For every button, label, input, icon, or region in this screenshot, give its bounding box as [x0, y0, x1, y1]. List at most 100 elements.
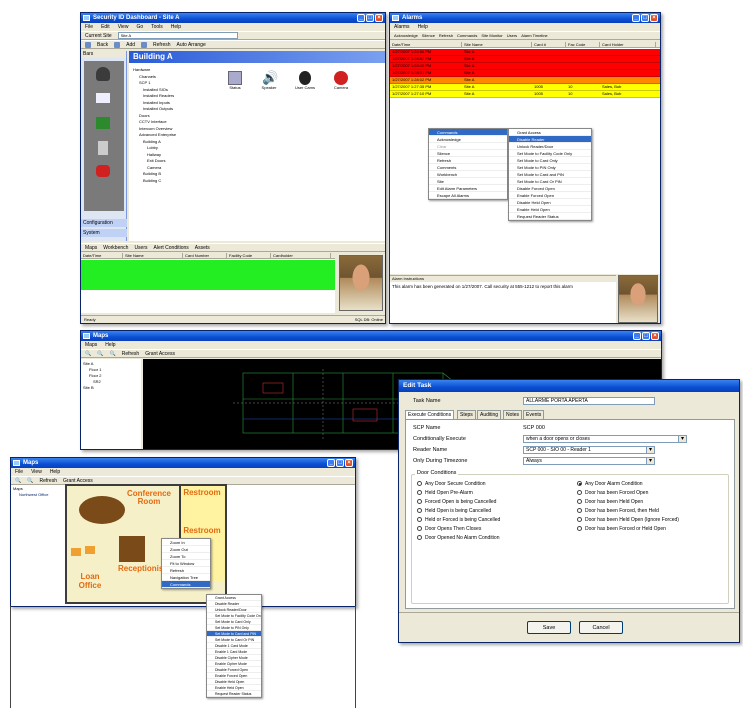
menu-view[interactable]: View	[118, 23, 129, 31]
office-map-titlebar[interactable]: Maps _ □ ×	[11, 458, 355, 468]
cmd-request-status[interactable]: Request Reader Status	[509, 213, 591, 220]
door-condition-radio[interactable]: Forced Open is being Cancelled	[417, 499, 496, 506]
alarm-icon[interactable]	[96, 165, 110, 177]
zoom-in-icon[interactable]: 🔍	[85, 350, 91, 357]
timezone-select[interactable]: Always	[523, 457, 655, 465]
cmd-disable-held[interactable]: Disable Held Open	[509, 199, 591, 206]
radio-icon[interactable]	[417, 499, 422, 505]
minimize-icon[interactable]: _	[327, 459, 335, 467]
radio-icon[interactable]	[577, 499, 582, 505]
ctx-site[interactable]: Site	[429, 178, 507, 185]
menu-help[interactable]: Help	[105, 341, 115, 349]
maps-titlebar[interactable]: Maps _ □ ×	[81, 331, 661, 341]
radio-icon[interactable]	[417, 481, 422, 487]
camera-item[interactable]: Camera	[327, 71, 355, 90]
tab-notes[interactable]: Notes	[503, 410, 523, 419]
alarms-titlebar[interactable]: Alarms _ □ ×	[390, 13, 660, 23]
close-icon[interactable]: ×	[651, 332, 659, 340]
zoom-out-icon[interactable]: 🔍	[27, 477, 33, 484]
ctx-commands[interactable]: Commands	[429, 129, 507, 136]
ctx-clear[interactable]: Clear	[429, 143, 507, 150]
ctx-zoom-in[interactable]: Zoom In	[162, 539, 210, 546]
alarm-row[interactable]: 1/27/2007 1:28:40 PM Site A	[390, 63, 660, 70]
cancel-button[interactable]: Cancel	[579, 621, 623, 634]
cmd-enable-forced[interactable]: Enable Forced Open	[509, 192, 591, 199]
door-condition-radio[interactable]: Door has been Held Open (Ignore Forced)	[577, 517, 679, 524]
save-button[interactable]: Save	[527, 621, 571, 634]
cmd-grant-access[interactable]: Grant Access	[509, 129, 591, 136]
ctx-workbench[interactable]: Workbench	[429, 171, 507, 178]
sidebar-item-system[interactable]: System	[81, 229, 127, 237]
maps-button[interactable]: Maps	[85, 244, 97, 251]
site-monitor-button[interactable]: Site Monitor	[481, 32, 502, 39]
zoom-fit-icon[interactable]: 🔍	[109, 350, 115, 357]
refresh-button[interactable]: Refresh	[39, 477, 57, 484]
add-icon[interactable]	[114, 41, 121, 48]
ctx-escape-all[interactable]: Escape All Alarms	[429, 192, 507, 199]
door-condition-radio[interactable]: Any Door Alarm Condition	[577, 481, 643, 488]
tree-icon[interactable]	[96, 117, 110, 129]
refresh-button[interactable]: Refresh	[122, 350, 140, 357]
alarm-timeline-button[interactable]: Alarm Timeline	[521, 32, 547, 39]
menu-tools[interactable]: Tools	[151, 23, 163, 31]
door-condition-radio[interactable]: Held Open is being Cancelled	[417, 508, 491, 515]
tree-node[interactable]: Site B	[83, 385, 139, 391]
acknowledge-button[interactable]: Acknowledge	[394, 32, 418, 39]
col-holder[interactable]: Card Holder	[600, 42, 656, 47]
menu-file[interactable]: File	[15, 468, 23, 476]
cmd-enable-held[interactable]: Enable Held Open	[509, 206, 591, 213]
alarm-row[interactable]: 1/27/2007 1:28:31 PM Site A	[390, 70, 660, 77]
radio-icon[interactable]	[577, 481, 582, 487]
door-condition-radio[interactable]: Door has been Held Open	[577, 499, 643, 506]
users-button[interactable]: Users	[507, 32, 517, 39]
menu-go[interactable]: Go	[136, 23, 143, 31]
maximize-icon[interactable]: □	[366, 14, 374, 22]
silence-button[interactable]: Silence	[422, 32, 435, 39]
zoom-out-icon[interactable]: 🔍	[97, 350, 103, 357]
cmd-mode-card-and-pin[interactable]: Set Mode to Card and PIN	[509, 171, 591, 178]
cmd-disable-reader[interactable]: Disable Reader	[509, 136, 591, 143]
refresh-button[interactable]: Refresh	[153, 41, 171, 48]
ctx-zoom-out[interactable]: Zoom Out	[162, 546, 210, 553]
back-icon[interactable]	[85, 41, 91, 48]
col-cardholder[interactable]: Cardholder	[271, 253, 331, 258]
users-button[interactable]: Users	[134, 244, 147, 251]
col-datetime[interactable]: Date/Time	[390, 42, 462, 47]
col-facility[interactable]: Facility Code	[227, 253, 271, 258]
current-site-select[interactable]: Site A	[117, 32, 238, 39]
maximize-icon[interactable]: □	[642, 332, 650, 340]
add-button[interactable]: Add	[126, 41, 135, 48]
door-condition-radio[interactable]: Held or Forced is being Cancelled	[417, 517, 500, 524]
door-condition-radio[interactable]: Door has been Forced or Held Open	[577, 526, 666, 533]
menu-help[interactable]: Help	[171, 23, 181, 31]
sidebar-item-configuration[interactable]: Configuration	[81, 219, 127, 227]
cmd-item[interactable]: Request Reader Status	[207, 691, 261, 697]
users-icon[interactable]	[96, 67, 110, 81]
tree-node[interactable]: Northwest Office	[13, 492, 63, 498]
cmd-disable-forced[interactable]: Disable Forced Open	[509, 185, 591, 192]
event-rows[interactable]	[81, 260, 335, 290]
radio-icon[interactable]	[417, 535, 422, 541]
col-site[interactable]: Site Name	[123, 253, 183, 258]
tab-execute-conditions[interactable]: Execute Conditions	[405, 410, 455, 419]
ctx-navigation-tree[interactable]: Navigation Tree	[162, 574, 210, 581]
tree-node[interactable]: Building C	[133, 178, 215, 185]
radio-icon[interactable]	[417, 517, 422, 523]
menu-help[interactable]: Help	[418, 23, 428, 31]
door-condition-radio[interactable]: Held Open Pre-Alarm	[417, 490, 473, 497]
minimize-icon[interactable]: _	[357, 14, 365, 22]
alarm-row[interactable]: 1/27/2007 1:28:56 PM Site A	[390, 49, 660, 56]
dashboard-titlebar[interactable]: Security ID Dashboard - Site A _ □ ×	[81, 13, 385, 23]
col-fac[interactable]: Fac Code	[566, 42, 600, 47]
col-card[interactable]: Card Number	[183, 253, 227, 258]
radio-icon[interactable]	[577, 526, 582, 532]
alert-conditions-button[interactable]: Alert Conditions	[154, 244, 189, 251]
alarm-row[interactable]: 1/27/2007 1:28:02 PM Site A	[390, 77, 660, 84]
ctx-acknowledge[interactable]: Acknowledge	[429, 136, 507, 143]
ctx-refresh[interactable]: Refresh	[429, 157, 507, 164]
col-card[interactable]: Card #	[532, 42, 566, 47]
close-icon[interactable]: ×	[375, 14, 383, 22]
col-site[interactable]: Site Name	[462, 42, 532, 47]
assets-button[interactable]: Assets	[195, 244, 210, 251]
grant-access-button[interactable]: Grant Access	[145, 350, 175, 357]
